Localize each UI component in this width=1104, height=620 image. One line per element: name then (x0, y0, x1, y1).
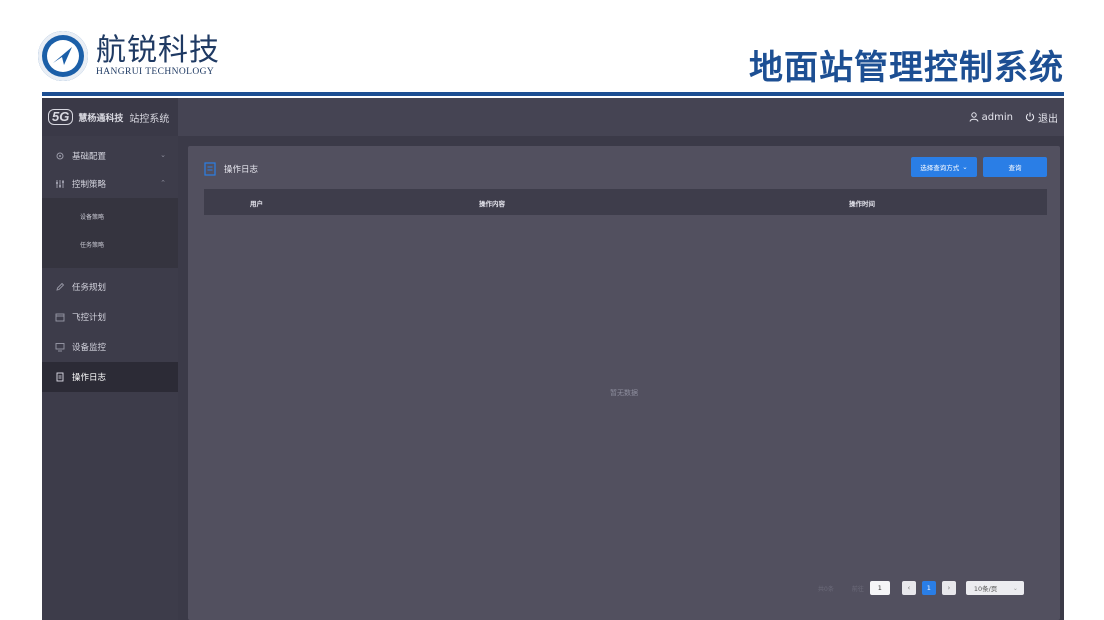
brand-logo: 航锐科技 HANGRUI TECHNOLOGY (38, 28, 220, 84)
logout-label: 退出 (1038, 113, 1058, 125)
gear-icon (54, 150, 66, 162)
brand-name-en: HANGRUI TECHNOLOGY (96, 67, 215, 77)
control-strategy-submenu: 设备策略 任务策略 (42, 198, 178, 268)
sidebar-item-operation-log[interactable]: 操作日志 (42, 362, 178, 392)
panel-header: 操作日志 (204, 158, 258, 180)
monitor-icon (54, 341, 66, 353)
total-count: 共0条 (818, 585, 834, 593)
sidebar-item-task-planning[interactable]: 任务规划 (42, 272, 178, 302)
document-icon (54, 371, 66, 383)
chevron-down-icon: ⌄ (1012, 584, 1018, 592)
app-logo[interactable]: 5G 慧杨通科技 站控系统 (42, 98, 178, 136)
brand-name-cn: 航锐科技 (96, 33, 220, 68)
sidebar-item-control-strategy[interactable]: 控制策略 ⌃ (42, 170, 178, 198)
column-header-time[interactable]: 操作时间 (849, 198, 875, 208)
panel-title: 操作日志 (224, 165, 259, 175)
system-name: 站控系统 (129, 113, 170, 125)
app-window: 5G 慧杨通科技 站控系统 admin 退出 基础配置 ⌄ 控制策略 ⌃ 设备策… (42, 98, 1064, 620)
pagination: 共0条 前往 1 ‹ 1 › 10条/页 ⌄ (818, 580, 1024, 596)
log-document-icon (204, 162, 216, 176)
username: admin (981, 111, 1013, 123)
column-header-content[interactable]: 操作内容 (479, 198, 505, 208)
chevron-down-icon: ⌄ (160, 151, 166, 159)
goto-page-input[interactable]: 1 (869, 581, 890, 595)
slide: 航锐科技 HANGRUI TECHNOLOGY 地面站管理控制系统 5G 慧杨通… (0, 0, 1104, 620)
sidebar-item-label: 基础配置 (72, 152, 107, 162)
company-name: 慧杨通科技 (78, 113, 124, 124)
sidebar: 基础配置 ⌄ 控制策略 ⌃ 设备策略 任务策略 任务规划 飞控计划 设备监控 操… (42, 136, 178, 620)
sidebar-subitem-device-strategy[interactable]: 设备策略 (42, 202, 178, 230)
top-bar: 5G 慧杨通科技 站控系统 admin 退出 (42, 98, 1064, 136)
chevron-up-icon: ⌃ (160, 179, 166, 187)
chevron-down-icon: ⌄ (962, 163, 968, 171)
slide-title: 地面站管理控制系统 (749, 48, 1064, 88)
sidebar-item-label: 任务规划 (72, 283, 107, 293)
hangrui-logo-icon (38, 31, 88, 81)
query-method-label: 选择查询方式 (920, 164, 960, 172)
power-icon (1025, 112, 1035, 122)
page-size-label: 10条/页 (973, 585, 998, 593)
query-button[interactable]: 查询 (983, 157, 1047, 177)
sidebar-item-device-monitor[interactable]: 设备监控 (42, 332, 178, 362)
next-page-button[interactable]: › (941, 581, 956, 595)
sidebar-item-basic-config[interactable]: 基础配置 ⌄ (42, 142, 178, 170)
sidebar-subitem-task-strategy[interactable]: 任务策略 (42, 230, 178, 258)
table-header: 用户 操作内容 操作时间 (204, 189, 1047, 215)
edit-icon (54, 281, 66, 293)
operation-log-panel: 操作日志 选择查询方式 ⌄ 查询 用户 操作内容 操作时间 暂无数据 共0条 前… (188, 146, 1060, 620)
calendar-icon (54, 311, 66, 323)
user-icon (969, 112, 979, 122)
prev-page-button[interactable]: ‹ (901, 581, 916, 595)
sidebar-item-label: 控制策略 (72, 180, 107, 190)
page-number-current[interactable]: 1 (921, 581, 936, 595)
column-header-user[interactable]: 用户 (250, 198, 263, 208)
title-divider (42, 92, 1064, 96)
sidebar-item-label: 操作日志 (72, 373, 107, 383)
goto-label: 前往 (851, 585, 864, 593)
5g-logo-icon: 5G (48, 109, 74, 125)
sliders-icon (54, 178, 66, 190)
page-size-select[interactable]: 10条/页 ⌄ (965, 581, 1024, 595)
sidebar-item-label: 飞控计划 (72, 313, 107, 323)
query-method-select[interactable]: 选择查询方式 ⌄ (911, 157, 977, 177)
logout-button[interactable]: 退出 (1025, 110, 1058, 125)
empty-placeholder: 暂无数据 (610, 389, 638, 397)
user-menu[interactable]: admin (969, 112, 1013, 123)
sidebar-item-label: 设备监控 (72, 343, 107, 353)
sidebar-item-flight-plan[interactable]: 飞控计划 (42, 302, 178, 332)
